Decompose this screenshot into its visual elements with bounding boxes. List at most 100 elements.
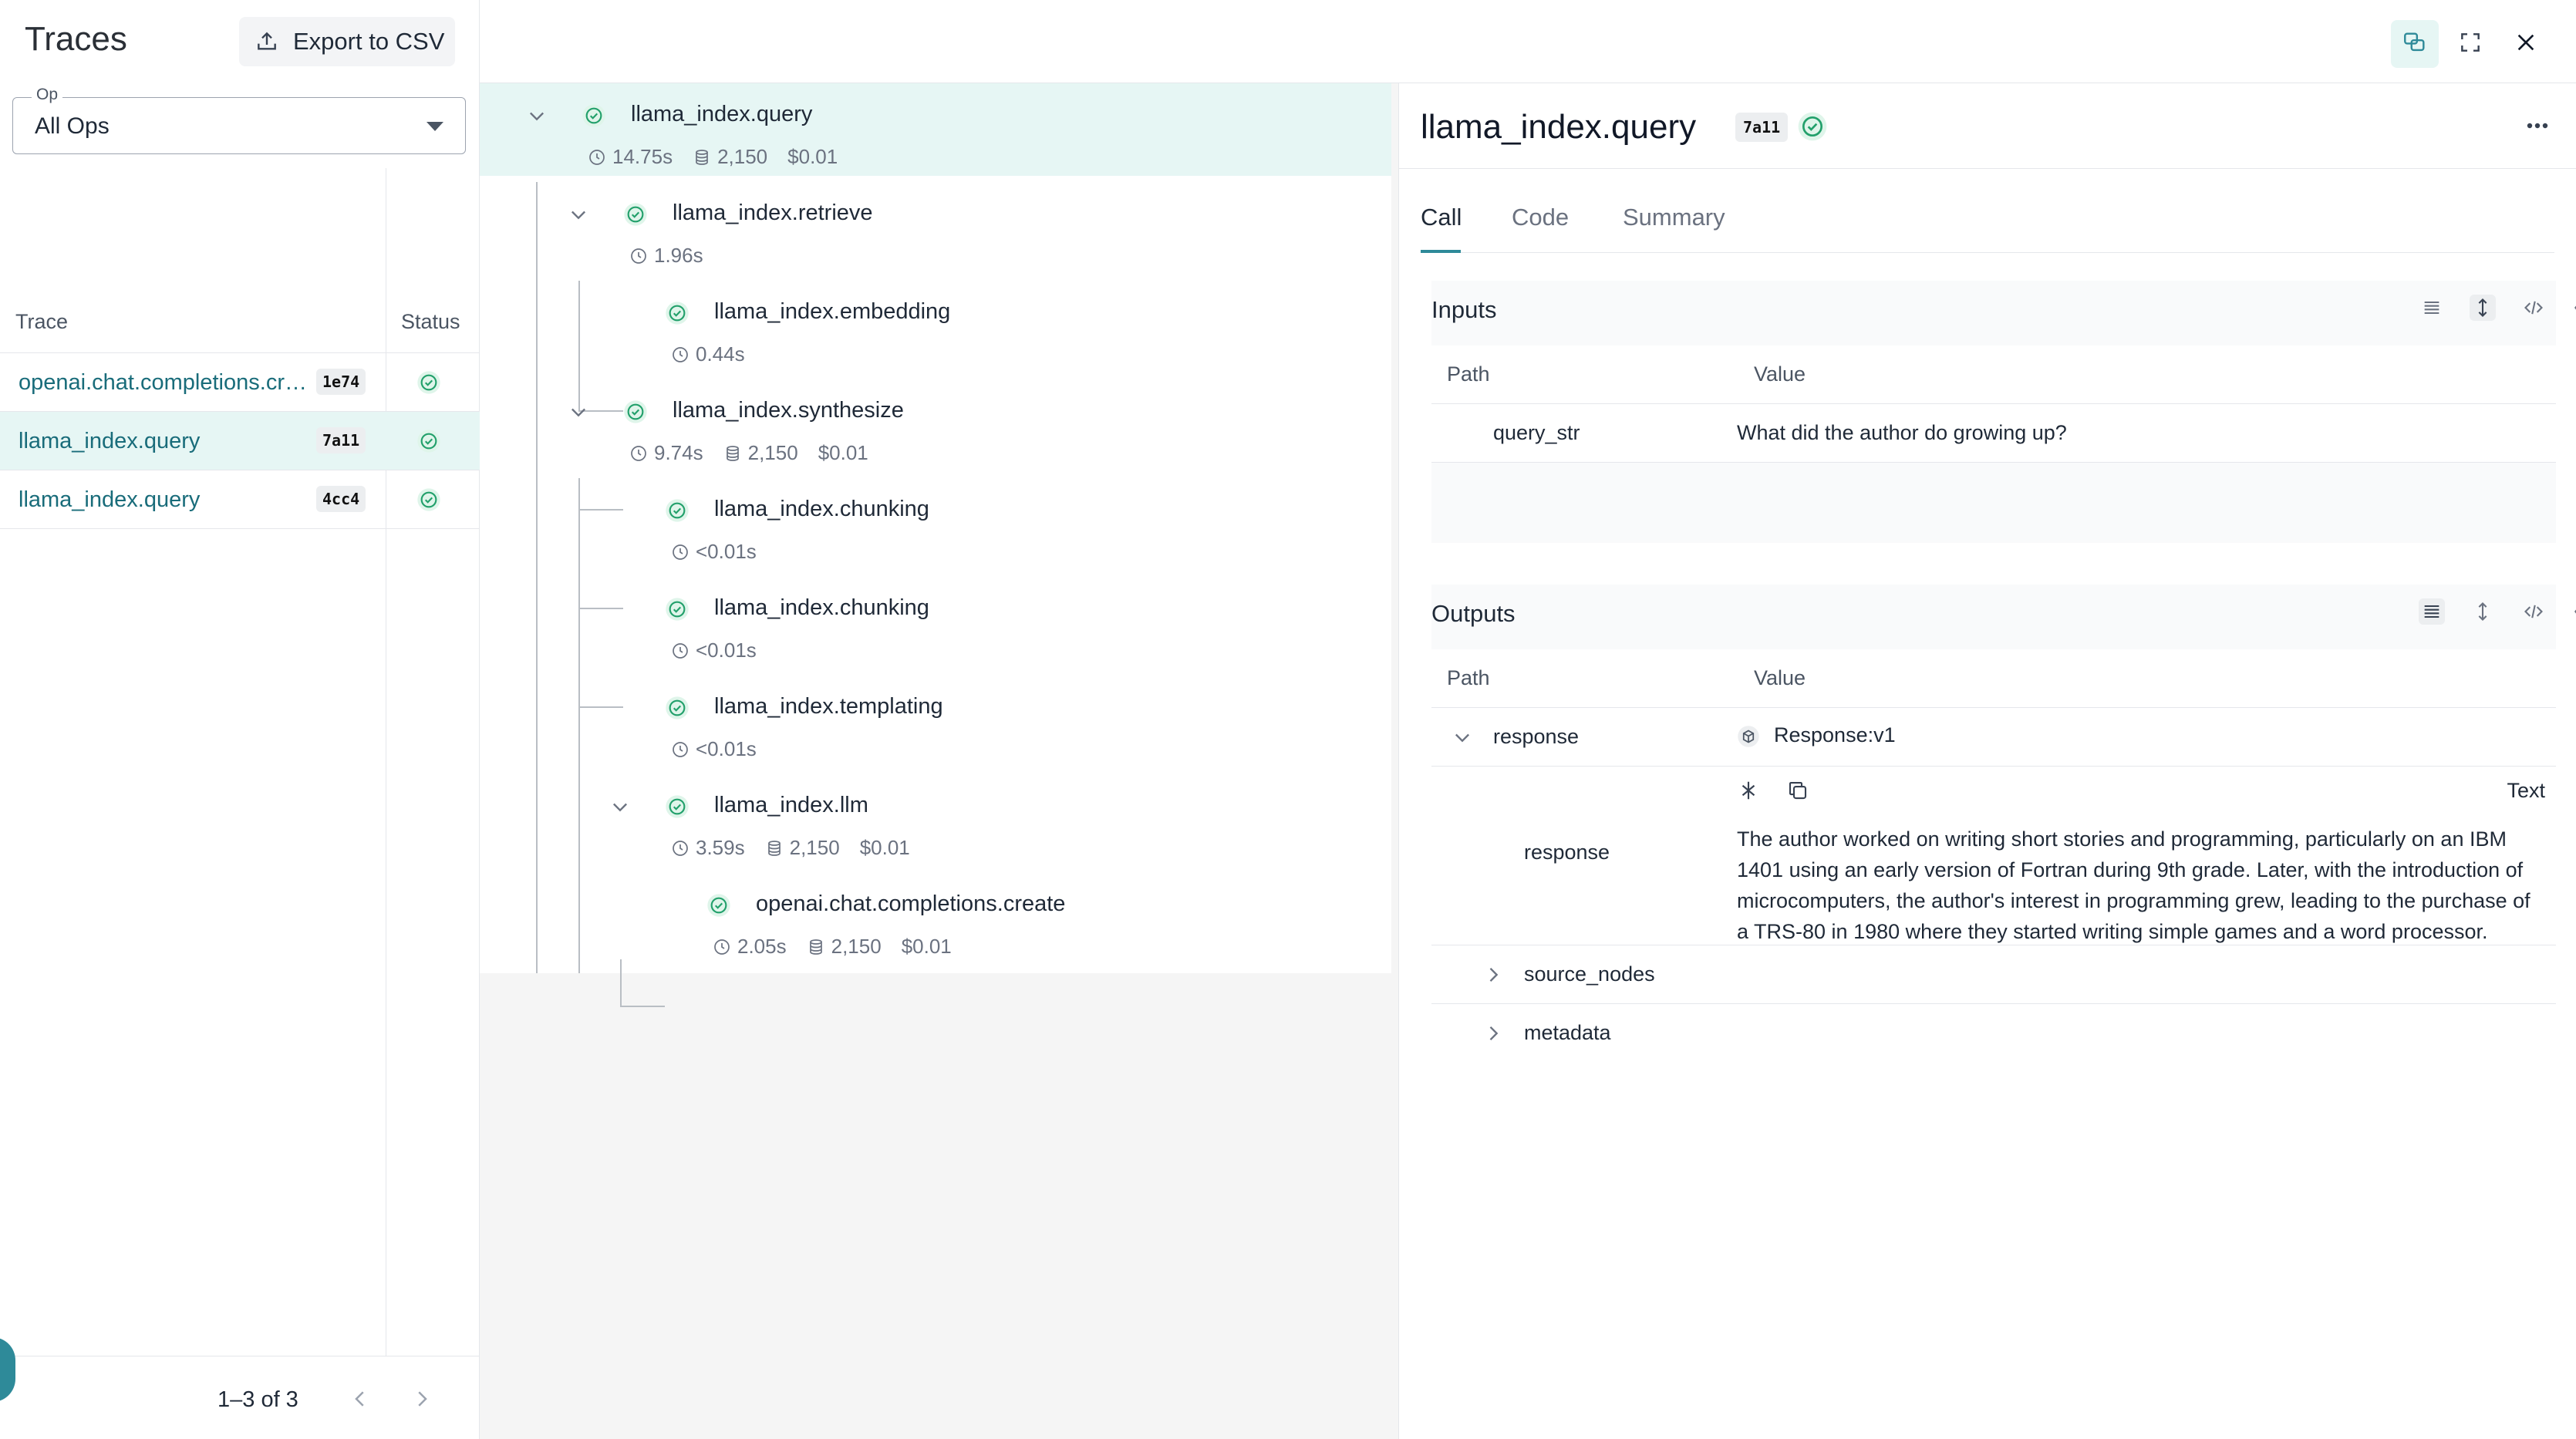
node-duration: 2.05s xyxy=(737,935,787,958)
trace-row[interactable]: llama_index.query 4cc4 xyxy=(0,470,480,529)
success-check-icon xyxy=(665,696,690,724)
database-icon xyxy=(765,839,784,858)
table-row[interactable]: metadata xyxy=(1431,1004,2556,1063)
tree-node[interactable]: llama_index.chunking <0.01s xyxy=(480,478,1391,571)
tab-code[interactable]: Code xyxy=(1512,204,1569,231)
database-icon xyxy=(807,938,825,956)
database-icon xyxy=(693,148,711,167)
hide-icon[interactable] xyxy=(2571,295,2576,321)
close-button[interactable] xyxy=(2502,20,2550,68)
clock-icon xyxy=(629,444,648,463)
trace-name[interactable]: llama_index.query xyxy=(19,429,312,454)
database-icon xyxy=(723,444,742,463)
column-header-trace[interactable]: Trace xyxy=(15,310,68,334)
success-check-icon xyxy=(416,370,441,399)
code-view-icon[interactable] xyxy=(2520,295,2547,321)
value-header: Value xyxy=(1754,666,1806,689)
fullscreen-button[interactable] xyxy=(2446,20,2494,68)
node-duration: 9.74s xyxy=(654,441,703,464)
copy-icon[interactable] xyxy=(1786,779,1809,806)
response-text: The author worked on writing short stori… xyxy=(1737,827,2530,943)
table-row[interactable]: response Response:v1 xyxy=(1431,708,2556,767)
node-name: llama_index.retrieve xyxy=(673,201,873,225)
traces-panel: Traces Export to CSV Op All Ops Trace St… xyxy=(0,0,480,1439)
node-name: llama_index.embedding xyxy=(714,299,951,324)
expand-rows-icon[interactable] xyxy=(2470,295,2496,321)
op-filter-value: All Ops xyxy=(35,113,110,139)
hide-icon[interactable] xyxy=(2571,598,2576,625)
success-check-icon xyxy=(623,202,648,231)
inputs-table: Path Value query_str What did the author… xyxy=(1431,345,2556,463)
node-name: llama_index.synthesize xyxy=(673,398,904,423)
column-header-status[interactable]: Status xyxy=(401,310,460,334)
node-duration: <0.01s xyxy=(696,540,757,563)
success-check-icon xyxy=(623,399,648,428)
export-csv-button[interactable]: Export to CSV xyxy=(239,17,455,66)
divider xyxy=(1399,168,2576,169)
trace-id-badge: 4cc4 xyxy=(316,486,366,512)
op-filter-select[interactable]: Op All Ops xyxy=(12,86,466,154)
tab-summary[interactable]: Summary xyxy=(1623,204,1725,231)
trace-row-selected[interactable]: llama_index.query 7a11 xyxy=(0,412,480,470)
inputs-title: Inputs xyxy=(1431,296,1497,323)
outputs-section: Outputs Path Value response Response:v1 … xyxy=(1431,585,2576,1069)
chevron-down-icon[interactable] xyxy=(568,204,589,229)
text-mode-toggle[interactable]: Text xyxy=(2507,779,2545,803)
copy-layout-icon xyxy=(2402,29,2428,59)
tree-node[interactable]: llama_index.embedding 0.44s xyxy=(480,281,1391,373)
value-header: Value xyxy=(1754,362,1806,386)
call-id-badge: 7a11 xyxy=(1735,113,1789,142)
trace-id-badge: 7a11 xyxy=(316,427,366,453)
chevron-down-icon[interactable] xyxy=(609,796,631,821)
list-view-icon[interactable] xyxy=(2419,295,2445,321)
trace-id-badge: 1e74 xyxy=(316,369,366,395)
tree-node-root[interactable]: llama_index.query 14.75s 2,150 $0.01 xyxy=(480,83,1391,176)
tree-node[interactable]: llama_index.templating <0.01s xyxy=(480,676,1391,768)
node-tokens: 2,150 xyxy=(789,836,840,859)
path-header: Path xyxy=(1447,362,1490,386)
output-path: response xyxy=(1493,725,1580,748)
clock-icon xyxy=(588,148,606,167)
call-tree: llama_index.query 14.75s 2,150 $0.01 lla… xyxy=(480,83,1399,1439)
output-path: source_nodes xyxy=(1524,962,1655,986)
tree-node[interactable]: openai.chat.completions.create 2.05s 2,1… xyxy=(480,873,1391,966)
outputs-title: Outputs xyxy=(1431,600,1516,627)
code-view-icon[interactable] xyxy=(2520,598,2547,625)
tree-node[interactable]: llama_index.synthesize 9.74s 2,150 $0.01 xyxy=(480,379,1391,472)
table-row[interactable]: source_nodes xyxy=(1431,945,2556,1004)
tree-connector xyxy=(620,1006,665,1007)
output-path: metadata xyxy=(1524,1021,1611,1044)
trace-name[interactable]: openai.chat.completions.create xyxy=(19,370,312,396)
tab-call[interactable]: Call xyxy=(1421,204,1462,231)
tree-node[interactable]: llama_index.retrieve 1.96s xyxy=(480,182,1391,275)
tree-node[interactable]: llama_index.llm 3.59s 2,150 $0.01 xyxy=(480,774,1391,867)
chevron-down-icon[interactable] xyxy=(568,401,589,426)
table-row: Text response The author worked on writi… xyxy=(1431,767,2556,945)
trace-row[interactable]: openai.chat.completions.create 1e74 xyxy=(0,353,480,412)
success-check-icon xyxy=(416,487,441,516)
trace-name[interactable]: llama_index.query xyxy=(19,487,312,513)
chevron-right-icon[interactable] xyxy=(1482,964,1504,989)
list-view-icon[interactable] xyxy=(2419,598,2445,625)
expand-rows-icon[interactable] xyxy=(2470,598,2496,625)
more-options-icon[interactable] xyxy=(2524,114,2551,141)
inputs-section: Inputs Path Value query_str What did the… xyxy=(1431,281,2576,543)
chevron-right-icon[interactable] xyxy=(1482,1023,1504,1048)
cube-icon xyxy=(1737,725,1760,752)
chevron-down-icon[interactable] xyxy=(1452,726,1473,752)
node-duration: 3.59s xyxy=(696,836,745,859)
chevron-right-icon[interactable] xyxy=(410,1387,433,1414)
split-view-button[interactable] xyxy=(2391,20,2439,68)
success-check-icon xyxy=(665,597,690,625)
table-header-row: Path Value xyxy=(1431,345,2556,404)
clock-icon xyxy=(671,740,690,759)
wrap-text-icon[interactable] xyxy=(1737,779,1760,806)
chevron-left-icon[interactable] xyxy=(349,1387,372,1414)
output-ref-value[interactable]: Response:v1 xyxy=(1774,723,1896,747)
expand-icon xyxy=(2458,30,2483,59)
chevron-down-icon[interactable] xyxy=(526,105,548,130)
node-duration: 14.75s xyxy=(612,145,673,168)
tree-node[interactable]: llama_index.chunking <0.01s xyxy=(480,577,1391,669)
upload-icon xyxy=(255,29,279,54)
op-filter-label: Op xyxy=(32,86,63,104)
